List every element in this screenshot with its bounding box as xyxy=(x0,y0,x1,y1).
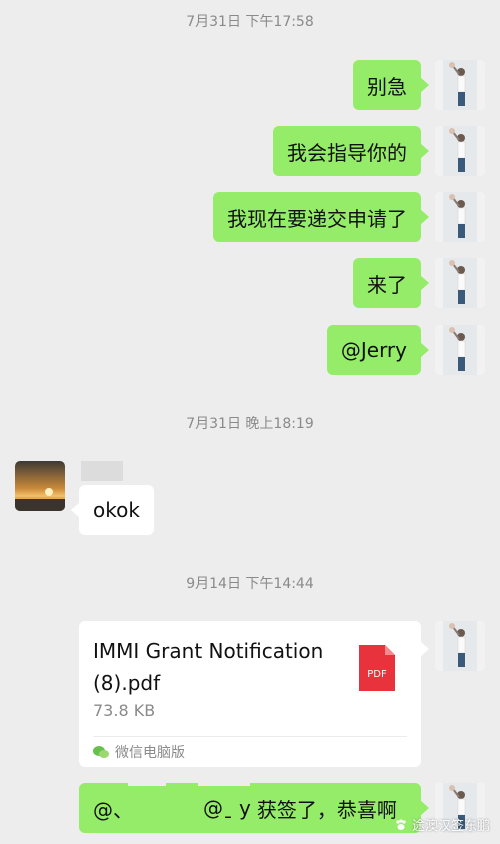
avatar[interactable] xyxy=(435,192,485,242)
message-bubble-outgoing[interactable]: 我现在要递交申请了 xyxy=(213,192,429,242)
redaction-block xyxy=(128,768,166,786)
message-bubble-outgoing[interactable]: @Jerry xyxy=(326,325,430,375)
sunset-avatar-icon xyxy=(15,461,65,511)
watermark: 途澳汉签东鹏 xyxy=(394,815,490,834)
file-source: 微信电脑版 xyxy=(93,742,185,762)
redaction-block xyxy=(198,768,250,786)
mention-text: @、 xyxy=(93,797,133,822)
avatar[interactable] xyxy=(435,621,485,671)
mention-text: @ˍ xyxy=(203,796,233,820)
file-message-card[interactable]: IMMI Grant Notification (8).pdf 73.8 KB … xyxy=(79,621,429,767)
wechat-logo-icon xyxy=(93,746,109,758)
avatar[interactable] xyxy=(15,461,65,511)
avatar-photo-icon xyxy=(435,325,485,375)
avatar-photo-icon xyxy=(435,126,485,176)
mention-text: y xyxy=(239,796,251,820)
avatar-photo-icon xyxy=(435,258,485,308)
avatar[interactable] xyxy=(435,60,485,110)
file-size: 73.8 KB xyxy=(93,701,156,720)
avatar-photo-icon xyxy=(435,621,485,671)
avatar-photo-icon xyxy=(435,192,485,242)
timestamp: 7月31日 晚上18:19 xyxy=(186,416,314,432)
avatar[interactable] xyxy=(435,258,485,308)
file-source-label: 微信电脑版 xyxy=(115,745,185,761)
divider xyxy=(93,736,407,737)
pdf-file-icon: PDF xyxy=(359,645,395,691)
message-bubble-outgoing[interactable]: @、 @ˍ y 获签了，恭喜啊 xyxy=(79,783,429,833)
message-bubble-outgoing[interactable]: 来了 xyxy=(353,258,429,308)
paw-icon xyxy=(396,818,406,830)
message-text: 获签了，恭喜啊 xyxy=(256,797,397,822)
watermark-text: 途澳汉签东鹏 xyxy=(411,819,490,834)
avatar-photo-icon xyxy=(435,60,485,110)
avatar[interactable] xyxy=(435,325,485,375)
avatar[interactable] xyxy=(435,126,485,176)
pdf-label: PDF xyxy=(367,669,387,680)
message-bubble-outgoing[interactable]: 别急 xyxy=(353,60,429,110)
file-name: IMMI Grant Notification (8).pdf xyxy=(93,639,324,695)
timestamp: 7月31日 下午17:58 xyxy=(186,14,314,30)
message-bubble-outgoing[interactable]: 我会指导你的 xyxy=(273,126,429,176)
message-bubble-incoming[interactable]: okok xyxy=(71,485,154,535)
redacted-sender-name xyxy=(81,461,123,481)
timestamp: 9月14日 下午14:44 xyxy=(186,576,314,592)
